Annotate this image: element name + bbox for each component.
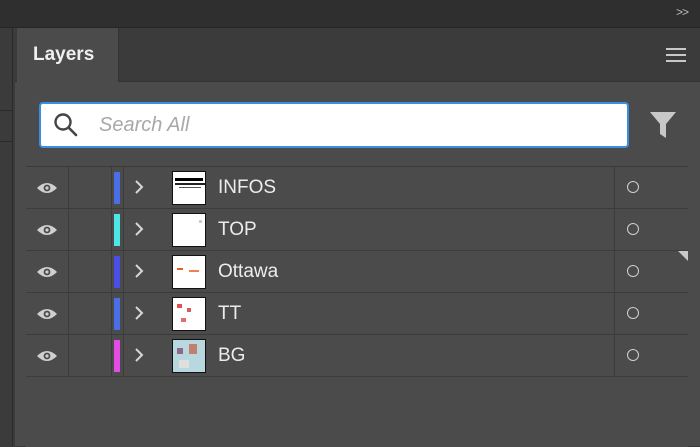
collapse-panels-button[interactable]: >> (676, 5, 689, 19)
target-icon[interactable] (627, 349, 639, 361)
lock-toggle[interactable] (69, 209, 112, 250)
target-icon[interactable] (627, 265, 639, 277)
panel-menu-icon[interactable] (666, 48, 686, 62)
layer-name[interactable]: BG (218, 345, 245, 367)
layer-row[interactable]: Ottawa (26, 251, 688, 293)
visibility-toggle[interactable] (26, 335, 69, 376)
visibility-toggle[interactable] (26, 293, 69, 334)
eye-icon (37, 350, 57, 361)
layer-thumbnail (172, 255, 206, 289)
layer-row[interactable]: TOP (26, 209, 688, 251)
search-icon (54, 113, 78, 137)
visibility-toggle[interactable] (26, 167, 69, 208)
target-icon[interactable] (627, 181, 639, 193)
layer-row[interactable]: BG (26, 335, 688, 377)
eye-icon (37, 266, 57, 277)
chevron-right-icon[interactable] (134, 221, 144, 237)
eye-icon (37, 182, 57, 193)
chevron-right-icon[interactable] (134, 263, 144, 279)
lock-toggle[interactable] (69, 167, 112, 208)
target-icon[interactable] (627, 223, 639, 235)
layer-name[interactable]: INFOS (218, 177, 276, 199)
filter-icon[interactable] (649, 110, 677, 140)
visibility-toggle[interactable] (26, 209, 69, 250)
visibility-toggle[interactable] (26, 251, 69, 292)
layer-name[interactable]: Ottawa (218, 261, 278, 283)
layer-color-bar (114, 256, 120, 288)
layer-color-bar (114, 214, 120, 246)
chevron-right-icon[interactable] (134, 305, 144, 321)
tab-layers[interactable]: Layers (17, 28, 119, 82)
layer-name[interactable]: TT (218, 303, 241, 325)
layer-color-bar (114, 172, 120, 204)
layer-name[interactable]: TOP (218, 219, 257, 241)
lock-toggle[interactable] (69, 293, 112, 334)
left-dock (0, 28, 13, 446)
tab-strip: Layers (15, 28, 700, 82)
layer-thumbnail (172, 339, 206, 373)
lock-toggle[interactable] (69, 335, 112, 376)
layer-thumbnail (172, 213, 206, 247)
layers-list: INFOS TOP Ottawa TT BG (26, 166, 688, 447)
target-icon[interactable] (627, 307, 639, 319)
search-field[interactable] (39, 102, 629, 148)
chevron-right-icon[interactable] (134, 347, 144, 363)
layers-panel: Layers INFOS TOP Ottawa TT BG (15, 28, 700, 447)
chevron-right-icon[interactable] (134, 179, 144, 195)
layer-color-bar (114, 298, 120, 330)
lock-toggle[interactable] (69, 251, 112, 292)
layer-row[interactable]: INFOS (26, 167, 688, 209)
layer-row[interactable]: TT (26, 293, 688, 335)
layer-thumbnail (172, 297, 206, 331)
eye-icon (37, 308, 57, 319)
selected-indicator (678, 251, 688, 261)
eye-icon (37, 224, 57, 235)
layer-thumbnail (172, 171, 206, 205)
layer-color-bar (114, 340, 120, 372)
top-bar: >> (0, 0, 700, 28)
search-input[interactable] (97, 112, 581, 138)
